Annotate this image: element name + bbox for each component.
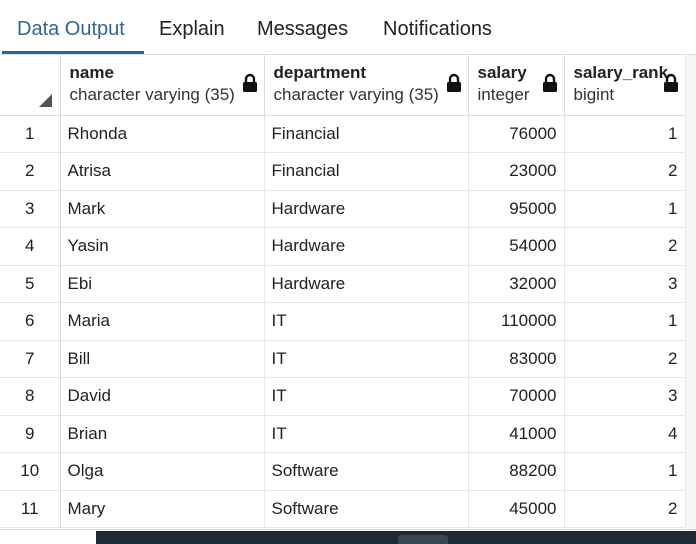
cell-name[interactable]: Ebi: [60, 265, 265, 303]
cell-department[interactable]: IT: [264, 415, 469, 453]
row-number[interactable]: 7: [0, 340, 61, 378]
status-bar-handle[interactable]: [398, 535, 448, 544]
cell-name[interactable]: Atrisa: [60, 152, 265, 191]
cell-department[interactable]: Financial: [264, 152, 469, 191]
table-row[interactable]: 5 Ebi Hardware 32000 3: [0, 265, 686, 303]
tab-messages[interactable]: Messages: [257, 18, 348, 41]
cell-name[interactable]: Yasin: [60, 227, 265, 266]
cell-name[interactable]: David: [60, 377, 265, 416]
cell-salary-rank[interactable]: 3: [564, 377, 686, 416]
table-row[interactable]: 11 Mary Software 45000 2: [0, 490, 686, 528]
row-number[interactable]: 3: [0, 190, 61, 228]
data-output-grid: name character varying (35) department c…: [0, 55, 696, 529]
tab-explain[interactable]: Explain: [159, 18, 225, 41]
cell-salary[interactable]: 54000: [468, 227, 565, 266]
select-all-corner[interactable]: [0, 55, 61, 116]
cell-salary-rank[interactable]: 2: [564, 227, 686, 266]
table-row[interactable]: 1 Rhonda Financial 76000 1: [0, 115, 686, 153]
lock-icon: [542, 73, 557, 92]
table-row[interactable]: 3 Mark Hardware 95000 1: [0, 190, 686, 228]
row-number[interactable]: 11: [0, 490, 61, 528]
lock-icon: [663, 73, 678, 92]
cell-salary[interactable]: 32000: [468, 265, 565, 303]
cell-name[interactable]: Olga: [60, 452, 265, 491]
column-header-salary[interactable]: salary integer: [468, 55, 565, 116]
cell-name[interactable]: Mary: [60, 490, 265, 528]
cell-department[interactable]: IT: [264, 340, 469, 378]
cell-salary[interactable]: 88200: [468, 452, 565, 491]
cell-salary[interactable]: 83000: [468, 340, 565, 378]
column-header-salary-rank[interactable]: salary_rank bigint: [564, 55, 686, 116]
table-row[interactable]: 9 Brian IT 41000 4: [0, 415, 686, 453]
cell-salary-rank[interactable]: 3: [564, 265, 686, 303]
cell-salary[interactable]: 41000: [468, 415, 565, 453]
cell-department[interactable]: IT: [264, 377, 469, 416]
column-type: character varying (35): [69, 85, 235, 104]
row-number[interactable]: 9: [0, 415, 61, 453]
cell-salary-rank[interactable]: 4: [564, 415, 686, 453]
column-header-department[interactable]: department character varying (35): [264, 55, 469, 116]
active-tab-indicator: [2, 51, 144, 54]
table-row[interactable]: 2 Atrisa Financial 23000 2: [0, 152, 686, 191]
cell-salary[interactable]: 110000: [468, 302, 565, 341]
tab-data-output[interactable]: Data Output: [17, 18, 125, 41]
lock-icon: [242, 73, 257, 92]
cell-name[interactable]: Brian: [60, 415, 265, 453]
cell-salary-rank[interactable]: 2: [564, 340, 686, 378]
cell-name[interactable]: Maria: [60, 302, 265, 341]
row-number[interactable]: 1: [0, 115, 61, 153]
row-number[interactable]: 2: [0, 152, 61, 191]
cell-name[interactable]: Rhonda: [60, 115, 265, 153]
cell-name[interactable]: Bill: [60, 340, 265, 378]
result-tabs: Data Output Explain Messages Notificatio…: [0, 0, 696, 55]
result-table: name character varying (35) department c…: [0, 55, 686, 528]
cell-salary[interactable]: 76000: [468, 115, 565, 153]
cell-salary[interactable]: 45000: [468, 490, 565, 528]
table-header-row: name character varying (35) department c…: [0, 55, 686, 116]
cell-salary[interactable]: 23000: [468, 152, 565, 191]
table-row[interactable]: 10 Olga Software 88200 1: [0, 452, 686, 491]
cell-salary-rank[interactable]: 1: [564, 452, 686, 491]
cell-salary-rank[interactable]: 1: [564, 115, 686, 153]
table-row[interactable]: 7 Bill IT 83000 2: [0, 340, 686, 378]
table-row[interactable]: 4 Yasin Hardware 54000 2: [0, 227, 686, 266]
select-all-icon: [38, 93, 52, 107]
lock-icon: [446, 73, 461, 92]
cell-department[interactable]: Hardware: [264, 227, 469, 266]
vertical-scrollbar[interactable]: [685, 55, 696, 529]
cell-department[interactable]: Software: [264, 490, 469, 528]
column-header-name[interactable]: name character varying (35): [60, 55, 265, 116]
cell-department[interactable]: Software: [264, 452, 469, 491]
row-number[interactable]: 8: [0, 377, 61, 416]
cell-department[interactable]: Financial: [264, 115, 469, 153]
cell-salary-rank[interactable]: 1: [564, 190, 686, 228]
table-row[interactable]: 8 David IT 70000 3: [0, 377, 686, 416]
column-type: character varying (35): [273, 85, 439, 104]
row-number[interactable]: 6: [0, 302, 61, 341]
cell-department[interactable]: IT: [264, 302, 469, 341]
tab-notifications[interactable]: Notifications: [383, 18, 492, 41]
cell-department[interactable]: Hardware: [264, 265, 469, 303]
cell-salary-rank[interactable]: 1: [564, 302, 686, 341]
row-number[interactable]: 4: [0, 227, 61, 266]
cell-name[interactable]: Mark: [60, 190, 265, 228]
row-number[interactable]: 5: [0, 265, 61, 303]
cell-salary[interactable]: 95000: [468, 190, 565, 228]
row-number[interactable]: 10: [0, 452, 61, 491]
cell-salary-rank[interactable]: 2: [564, 152, 686, 191]
cell-salary-rank[interactable]: 2: [564, 490, 686, 528]
status-bar: [96, 531, 696, 544]
column-name: name: [69, 63, 114, 82]
column-name: department: [273, 63, 367, 82]
cell-salary[interactable]: 70000: [468, 377, 565, 416]
table-row[interactable]: 6 Maria IT 110000 1: [0, 302, 686, 341]
cell-department[interactable]: Hardware: [264, 190, 469, 228]
